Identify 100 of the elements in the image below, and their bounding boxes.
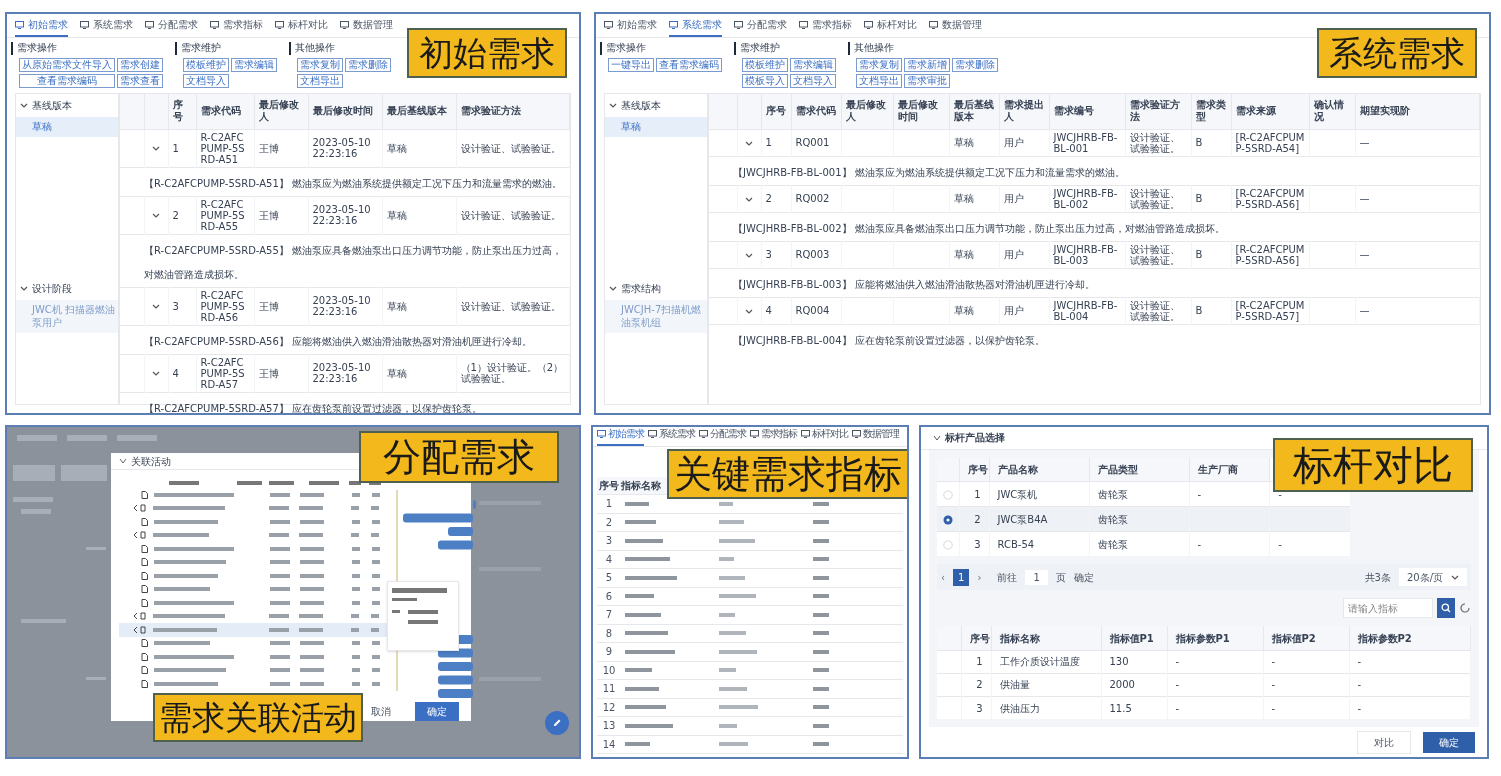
toolbar-button[interactable]: 文档导出	[297, 73, 343, 88]
group-title: 需求操作	[11, 42, 163, 55]
monitor-icon	[864, 20, 873, 29]
search-field[interactable]: 请输入指标	[1343, 598, 1433, 619]
radio-button[interactable]	[942, 539, 953, 550]
search-button[interactable]	[1437, 598, 1455, 619]
confirm-page-button[interactable]: 确定	[1073, 569, 1094, 585]
toolbar-button[interactable]: 查看需求编码	[19, 73, 115, 88]
gantt-bar[interactable]	[403, 513, 473, 523]
column-header: 需求代码	[791, 93, 841, 129]
tab[interactable]: 数据管理	[852, 427, 899, 446]
tab[interactable]: 需求指标	[750, 427, 797, 446]
table-cell: 4	[761, 297, 791, 324]
toolbar-button[interactable]: 需求新增	[904, 57, 950, 72]
table-cell-text: 9	[604, 645, 614, 660]
page-input[interactable]: 1	[1025, 569, 1048, 585]
table-cell: 2023-05-10 22:23:16	[308, 196, 382, 234]
tab[interactable]: 系统需求	[80, 17, 133, 37]
toolbar-button[interactable]: 文档导入	[183, 73, 229, 88]
gantt-bar[interactable]	[438, 675, 473, 685]
tree-item[interactable]: 草稿	[16, 116, 118, 137]
toolbar-button[interactable]: 需求查看	[117, 73, 163, 88]
column-header: 产品类型	[1089, 457, 1189, 482]
table-cell: —	[1355, 297, 1480, 324]
column-header: 最后修改人	[254, 93, 308, 129]
table-cell: 11.5	[1101, 696, 1167, 720]
toolbar-button[interactable]: 模板维护	[742, 57, 788, 72]
monitor-icon	[750, 429, 759, 438]
tree-item[interactable]: 草稿	[605, 116, 707, 137]
dialog-button[interactable]: 确定	[1423, 731, 1475, 753]
activity-row[interactable]	[119, 623, 389, 637]
edit-button[interactable]	[545, 711, 569, 735]
tab[interactable]: 数据管理	[340, 17, 393, 37]
toolbar-button[interactable]: 需求复制	[297, 57, 343, 72]
column-header: 最后修改时间	[893, 93, 949, 129]
monitor-icon	[669, 20, 678, 29]
tab[interactable]: 需求指标	[799, 17, 852, 37]
page-size-select[interactable]: 20条/页	[1398, 568, 1467, 587]
tree-item[interactable]: JWC机 扫描器燃油泵用户	[16, 300, 118, 333]
tab[interactable]: 系统需求	[648, 427, 695, 446]
table-cell: 2023-05-10 22:23:16	[308, 129, 382, 167]
chevron-icon	[1451, 574, 1459, 580]
toolbar-button[interactable]: 需求编辑	[790, 57, 836, 72]
column-header: 需求代码	[196, 93, 254, 129]
tree-node[interactable]: 需求结构	[621, 281, 661, 296]
next-page-button[interactable]: ›	[977, 569, 982, 585]
toolbar-button[interactable]: 需求删除	[952, 57, 998, 72]
toolbar-button[interactable]: 需求复制	[856, 57, 902, 72]
toolbar-button[interactable]: 模板导入	[742, 73, 788, 88]
tab[interactable]: 需求指标	[210, 17, 263, 37]
toolbar-button[interactable]: 查看需求编码	[656, 57, 722, 72]
toolbar-button[interactable]: 需求审批	[904, 73, 950, 88]
toolbar-button[interactable]: 需求删除	[345, 57, 391, 72]
table-cell: 3	[168, 287, 196, 325]
tab[interactable]: 分配需求	[699, 427, 746, 446]
toolbar-button[interactable]: 模板维护	[183, 57, 229, 72]
tab[interactable]: 分配需求	[734, 17, 787, 37]
expand-node-icon	[133, 625, 147, 634]
toolbar-button[interactable]: 文档导入	[790, 73, 836, 88]
previous-page-button[interactable]: ‹	[941, 569, 945, 585]
tree-node[interactable]: 基线版本	[621, 97, 661, 113]
column-header: 序号	[761, 93, 791, 129]
tab[interactable]: 标杆对比	[275, 17, 328, 37]
total-count: 共3条	[1364, 570, 1391, 585]
table-cell: RQ001	[791, 129, 841, 156]
radio-button[interactable]	[942, 514, 953, 525]
column-header: 指标名称	[991, 626, 1101, 651]
radio-button[interactable]	[942, 489, 953, 500]
toolbar-button[interactable]: 需求编辑	[231, 57, 277, 72]
toolbar-button[interactable]: 需求创建	[117, 57, 163, 72]
toolbar-button[interactable]: 一键导出	[608, 57, 654, 72]
gantt-bar[interactable]	[438, 689, 473, 699]
table-cell: [R-C2AFCPUMP-5SRD-A56]	[1231, 241, 1309, 268]
dialog-button[interactable]: 取消	[363, 701, 399, 721]
tab[interactable]: 分配需求	[145, 17, 198, 37]
dialog-button[interactable]: 确定	[415, 701, 459, 721]
toolbar-button[interactable]: 文档导出	[856, 73, 902, 88]
tree-node[interactable]: 设计阶段	[32, 281, 72, 296]
tab[interactable]: 系统需求	[669, 17, 722, 37]
requirement-description: 【R-C2AFCPUMP-5SRD-A57】 应在齿轮泵前设置过滤器，以保护齿轮泵。	[144, 402, 482, 413]
tree-node[interactable]: 基线版本	[32, 97, 72, 113]
tree-item[interactable]: JWCJH-7扫描机燃油泵机组	[605, 300, 707, 333]
table-cell: 王博	[254, 129, 308, 167]
table-cell: 王博	[254, 287, 308, 325]
tab[interactable]: 初始需求	[604, 17, 657, 37]
dialog-button[interactable]: 对比	[1357, 730, 1411, 754]
tab[interactable]: 标杆对比	[864, 17, 917, 37]
tab[interactable]: 数据管理	[929, 17, 982, 37]
gantt-bar[interactable]	[438, 540, 473, 550]
table-cell-text: 10	[601, 663, 617, 678]
table-cell-text: 1	[604, 497, 614, 512]
gantt-bar[interactable]	[448, 527, 473, 537]
table-cell: —	[1355, 129, 1480, 156]
tab[interactable]: 初始需求	[15, 17, 68, 37]
table-cell: 3	[961, 696, 991, 720]
tab[interactable]: 标杆对比	[801, 427, 848, 446]
page-button[interactable]: 1	[953, 568, 970, 586]
tab[interactable]: 初始需求	[597, 427, 644, 446]
gantt-bar[interactable]	[438, 662, 473, 672]
toolbar-button[interactable]: 从原始需求文件导入	[19, 57, 115, 72]
